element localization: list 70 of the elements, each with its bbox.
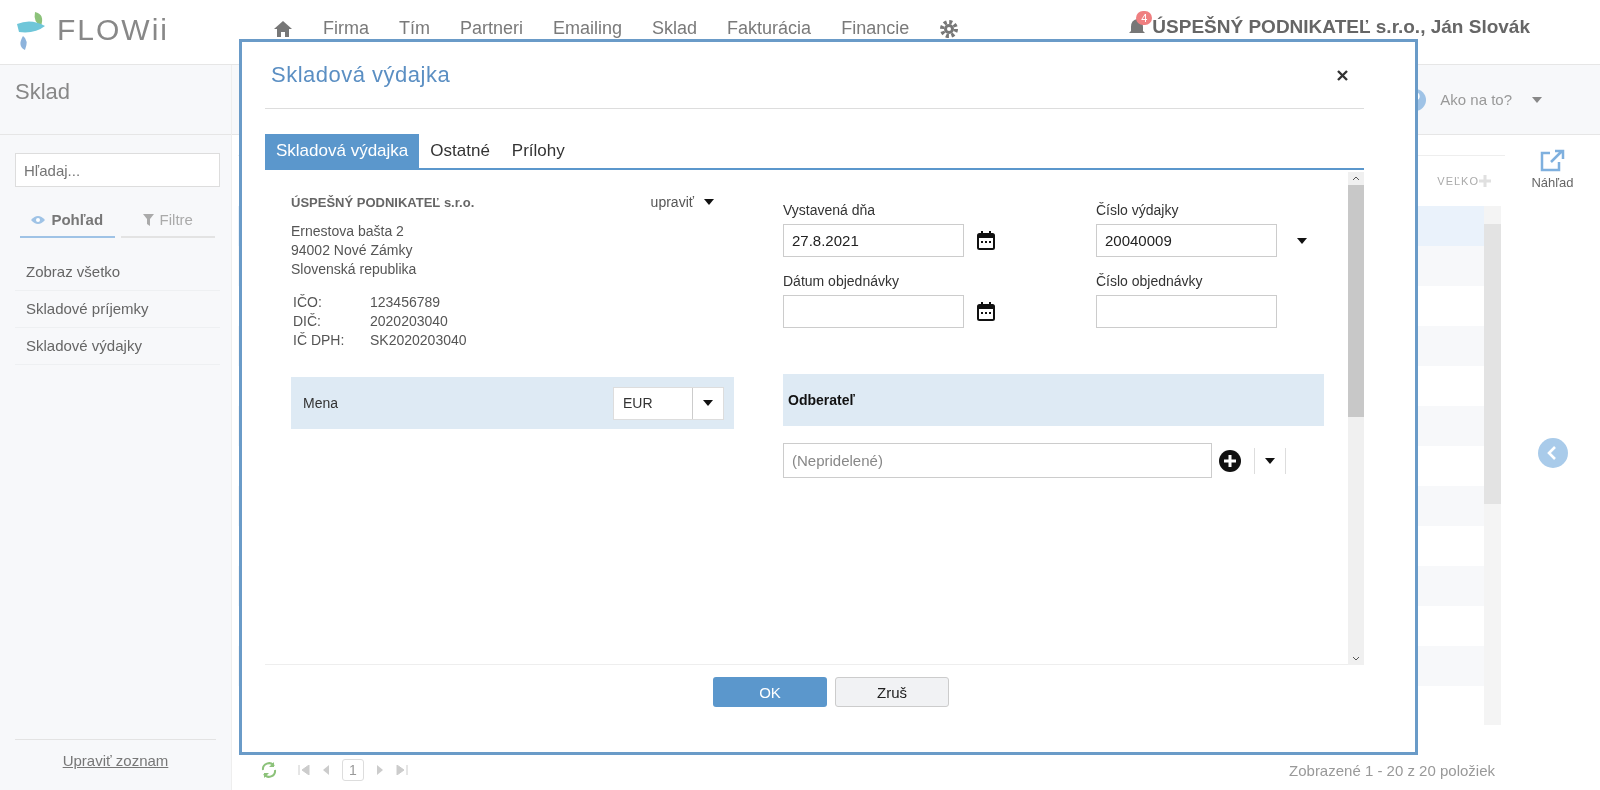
id-value: 123456789 (370, 293, 442, 312)
field-label: Číslo výdajky (1096, 202, 1180, 218)
calendar-icon[interactable] (977, 302, 995, 321)
scroll-down-icon[interactable] (1352, 656, 1360, 661)
address-line: 94002 Nové Zámky (291, 241, 414, 260)
customer-field[interactable]: (Nepridelené) (783, 443, 1212, 478)
currency-label: Mena (303, 395, 339, 411)
account-name[interactable]: ÚSPEŠNÝ PODNIKATEĽ s.r.o., Ján Slovák (1152, 16, 1530, 38)
nav-link[interactable]: Partneri (460, 18, 524, 39)
id-value: SK2020203040 (370, 331, 468, 350)
collapse-button[interactable] (1537, 438, 1568, 468)
address-line: Ernestova bašta 2 (291, 222, 405, 241)
input-field[interactable]: 20040009 (1096, 224, 1277, 257)
nav-link[interactable]: Firma (323, 18, 369, 39)
add-icon[interactable] (1219, 449, 1241, 472)
company-name: ÚSPEŠNÝ PODNIKATEĽ s.r.o. (291, 194, 475, 210)
edit-link[interactable]: upraviť (650, 194, 694, 210)
sidebar-item[interactable]: Skladové príjemky (15, 291, 220, 328)
customer-label: Odberateľ (787, 392, 855, 408)
address-line: Slovenská republika (291, 260, 418, 279)
dialog-tab[interactable]: Prílohy (500, 134, 576, 168)
logo-text: FLOWii (57, 13, 169, 47)
scrollbar[interactable] (1348, 172, 1364, 665)
nav-link[interactable]: Emailing (553, 18, 623, 39)
field-label: Vystavená dňa (783, 202, 877, 218)
page-number[interactable]: 1 (342, 759, 364, 781)
settings-icon[interactable] (939, 18, 960, 39)
dialog-tab[interactable]: Ostatné (419, 134, 501, 168)
id-value: 2020203040 (370, 312, 449, 331)
field-label: Dátum objednávky (783, 273, 900, 289)
nav-link[interactable]: Financie (841, 18, 910, 39)
help-link[interactable]: Ako na to? (1440, 91, 1512, 108)
eye-icon (31, 214, 46, 225)
edit-list-link[interactable]: Upraviť zoznam (62, 752, 169, 769)
input-field[interactable]: 27.8.2021 (783, 224, 964, 257)
ok-button[interactable]: OK (713, 677, 827, 707)
nav-link[interactable]: Fakturácia (727, 18, 812, 39)
notification-badge: 4 (1136, 11, 1153, 25)
id-label: IČO: (293, 293, 323, 312)
id-label: DIČ: (293, 312, 322, 331)
sidebar-item[interactable]: Skladové výdajky (15, 328, 220, 365)
currency-value: EUR (622, 393, 654, 413)
field-label: Číslo objednávky (1096, 273, 1204, 289)
home-icon[interactable] (273, 19, 293, 38)
dialog-title: Skladová výdajka (271, 62, 451, 88)
dialog-tab[interactable]: Skladová výdajka (265, 134, 420, 168)
calendar-icon[interactable] (977, 231, 995, 250)
pager-summary: Zobrazené 1 - 20 z 20 položiek (1289, 761, 1495, 779)
nav-link[interactable]: Tím (399, 18, 430, 39)
input-field[interactable] (783, 295, 964, 328)
sidebar-tab[interactable]: Pohľad (20, 205, 115, 238)
filter-icon (142, 213, 154, 226)
input-field[interactable] (1096, 295, 1277, 328)
dropdown-button[interactable] (1254, 447, 1286, 474)
column-header[interactable]: VEĽKO (1437, 175, 1479, 187)
search-field[interactable]: Hľadaj... (15, 153, 220, 187)
scroll-up-icon[interactable] (1352, 176, 1360, 181)
id-label: IČ DPH: (293, 331, 346, 350)
refresh-icon[interactable] (260, 761, 278, 779)
nav-link[interactable]: Sklad (652, 18, 698, 39)
scrollbar[interactable] (1484, 206, 1501, 725)
caret-icon[interactable] (1297, 237, 1307, 244)
cancel-button[interactable]: Zruš (835, 677, 949, 707)
currency-select[interactable]: EUR (613, 386, 724, 420)
preview-label[interactable]: Náhľad (1531, 175, 1574, 190)
external-link-icon[interactable] (1539, 149, 1566, 173)
close-icon[interactable] (1337, 69, 1348, 81)
sidebar-item[interactable]: Zobraz všetko (15, 254, 220, 291)
sidebar-title: Sklad (0, 65, 231, 135)
caret-icon (1265, 457, 1275, 464)
